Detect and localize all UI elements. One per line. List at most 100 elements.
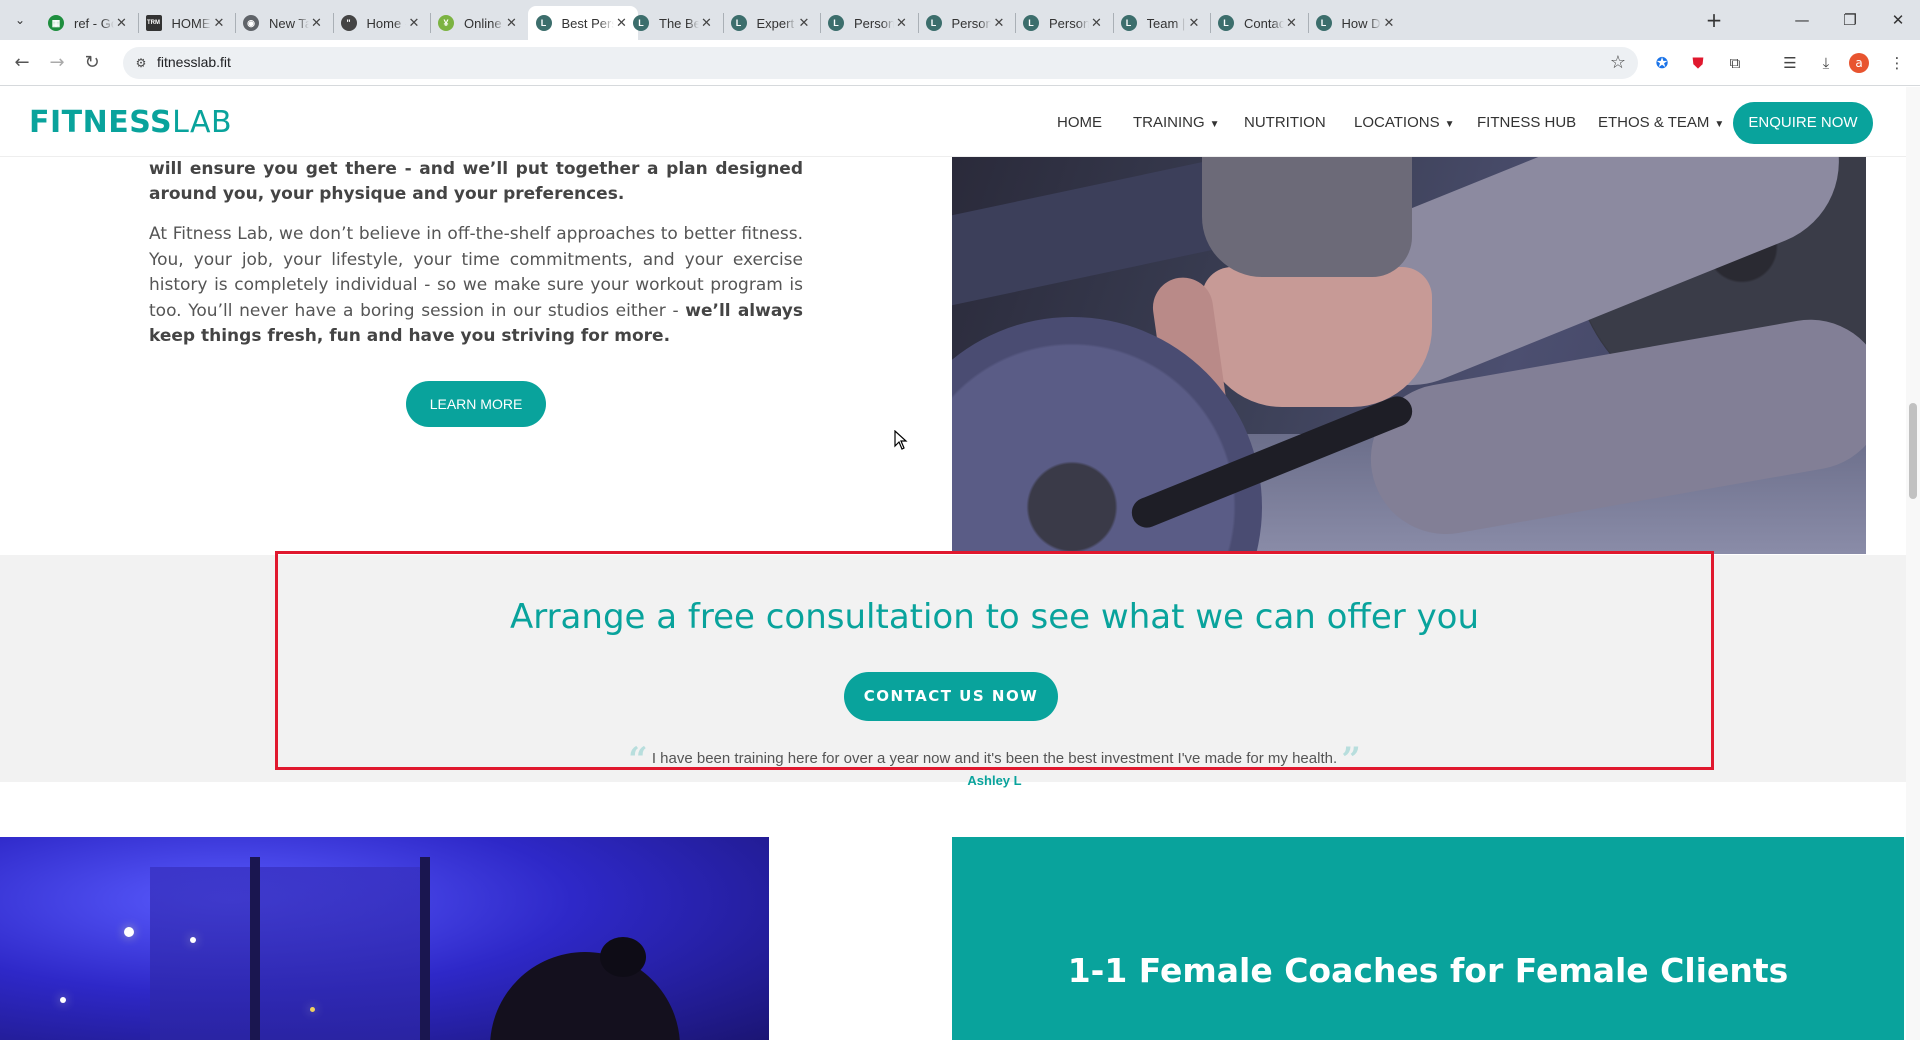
media-queue-icon[interactable]: ☰ <box>1779 52 1801 74</box>
tab-separator <box>430 13 431 33</box>
tab-title: HOME - <box>171 15 212 31</box>
nav-nutrition-label: NUTRITION <box>1244 114 1326 131</box>
tab-separator <box>1307 13 1309 33</box>
address-bar[interactable]: ⚙ fitnesslab.fit ☆ <box>123 47 1638 79</box>
tab-close-icon[interactable]: ✕ <box>211 15 227 31</box>
tab-close-icon[interactable]: ✕ <box>1381 15 1397 31</box>
browser-tab-bar: ⌄ ▦ref - Goo✕TRMHOME -✕◉New Tab✕"Home - … <box>0 0 1920 40</box>
site-info-icon[interactable]: ⚙ <box>133 55 149 71</box>
female-coach-photo <box>0 837 769 1040</box>
tab-search-icon[interactable]: ⌄ <box>8 8 32 32</box>
reload-icon[interactable]: ↻ <box>80 51 104 75</box>
tab-close-icon[interactable]: ✕ <box>309 15 325 31</box>
browser-tab[interactable]: L Personal✕ <box>820 6 918 40</box>
page-scrollbar[interactable] <box>1906 87 1920 1040</box>
minimize-icon[interactable]: — <box>1780 6 1824 34</box>
intro-section: will ensure you get there - and we’ll pu… <box>149 157 803 350</box>
female-coaches-panel: 1-1 Female Coaches for Female Clients <box>952 837 1904 1040</box>
browser-tab[interactable]: ◉ New Tab✕ <box>235 6 333 40</box>
tab-title: Online P <box>464 15 504 31</box>
tab-separator <box>917 13 919 33</box>
browser-tab[interactable]: ▦ ref - Goo✕ <box>40 6 138 40</box>
browser-tab[interactable]: L Expert Sp✕ <box>723 6 821 40</box>
bookmark-star-icon[interactable]: ☆ <box>1610 52 1626 73</box>
restore-icon[interactable]: ❐ <box>1828 6 1872 34</box>
site-header: FITNESSLAB HOME TRAINING ▼ NUTRITION LOCA… <box>0 87 1906 157</box>
nav-home[interactable]: HOME <box>1057 114 1102 131</box>
new-tab-button[interactable]: + <box>1701 9 1727 33</box>
scrollbar-thumb[interactable] <box>1909 403 1917 499</box>
tab-title: Best Pers <box>561 15 614 31</box>
fitnesslab-icon: L <box>1023 15 1039 31</box>
browser-tab[interactable]: L Best Pers ✕ <box>527 6 638 40</box>
nav-ethos-team[interactable]: ETHOS & TEAM ▼ <box>1598 114 1724 131</box>
tab-title: ref - Goo <box>74 15 114 31</box>
browser-tab[interactable]: L Personal✕ <box>1015 6 1113 40</box>
extension-icon[interactable]: ✪ <box>1651 52 1673 74</box>
close-window-icon[interactable]: ✕ <box>1876 6 1920 34</box>
tab-separator <box>1210 13 1211 33</box>
enquire-now-button[interactable]: ENQUIRE NOW <box>1733 102 1873 144</box>
tab-close-icon[interactable]: ✕ <box>1089 15 1105 31</box>
trm-icon: TRM <box>145 15 162 31</box>
chevron-down-icon: ▼ <box>1714 119 1725 130</box>
profile-avatar[interactable]: a <box>1849 53 1869 73</box>
forward-icon[interactable]: → <box>45 51 69 75</box>
browser-tab[interactable]: L Team | Fi✕ <box>1113 6 1211 40</box>
tab-close-icon[interactable]: ✕ <box>699 15 715 31</box>
fitnesslab-icon: L <box>730 15 747 31</box>
logo-text-light: LAB <box>172 105 233 140</box>
nav-ethos-team-label: ETHOS & TEAM <box>1598 114 1710 131</box>
tab-title: Personal <box>1049 15 1089 31</box>
tab-title: New Tab <box>269 15 309 31</box>
browser-tab[interactable]: ¥ Online P✕ <box>430 6 528 40</box>
tab-close-icon[interactable]: ✕ <box>1186 15 1202 31</box>
puzzle-extensions-icon[interactable]: ⧉ <box>1724 52 1746 74</box>
nav-fitness-hub[interactable]: FITNESS HUB <box>1477 114 1576 131</box>
fitnesslab-icon: L <box>828 15 844 31</box>
tab-close-icon[interactable]: ✕ <box>406 15 422 31</box>
back-icon[interactable]: ← <box>10 51 34 75</box>
tab-close-icon[interactable]: ✕ <box>991 15 1007 31</box>
url-text[interactable]: fitnesslab.fit <box>157 54 231 70</box>
tab-title: Contact <box>1244 15 1284 31</box>
intro-body-paragraph: At Fitness Lab, we don’t believe in off-… <box>149 222 803 350</box>
tab-separator <box>1015 13 1016 33</box>
browser-tab[interactable]: TRM HOME -✕ <box>138 6 236 40</box>
tab-close-icon[interactable]: ✕ <box>894 15 910 31</box>
nav-locations[interactable]: LOCATIONS ▼ <box>1354 114 1454 131</box>
fitnesslab-icon: L <box>1315 15 1332 31</box>
fitnesslab-logo[interactable]: FITNESSLAB <box>29 105 232 140</box>
browser-tab[interactable]: L Personal✕ <box>918 6 1016 40</box>
tab-separator <box>332 13 334 33</box>
testimonial-author: Ashley L <box>967 773 1022 788</box>
tab-title: The Best <box>659 15 699 31</box>
learn-more-button[interactable]: LEARN MORE <box>406 381 546 427</box>
tab-close-icon[interactable]: ✕ <box>796 15 812 31</box>
download-icon[interactable]: ⤓ <box>1815 52 1837 74</box>
logo-text-bold: FITNESS <box>29 105 173 140</box>
sheets-icon: ▦ <box>48 15 64 31</box>
browser-tab[interactable]: L The Best✕ <box>625 6 723 40</box>
browser-tab[interactable]: " Home - I✕ <box>333 6 431 40</box>
tab-close-icon[interactable]: ✕ <box>114 15 130 31</box>
tab-separator <box>820 13 821 33</box>
fitnesslab-icon: L <box>925 15 942 31</box>
more-menu-icon[interactable]: ⋮ <box>1886 52 1908 74</box>
nav-fitness-hub-label: FITNESS HUB <box>1477 114 1577 131</box>
tab-title: Personal <box>951 15 992 31</box>
nav-nutrition[interactable]: NUTRITION <box>1244 114 1326 131</box>
browser-tab[interactable]: L How Do✕ <box>1308 6 1406 40</box>
browser-tab[interactable]: L Contact✕ <box>1210 6 1308 40</box>
shield-extension-icon[interactable]: ⛊ <box>1687 52 1709 74</box>
nav-training[interactable]: TRAINING ▼ <box>1133 114 1220 131</box>
tab-close-icon[interactable]: ✕ <box>1284 15 1300 31</box>
chrome-icon: ◉ <box>243 15 259 31</box>
chevron-down-icon: ▼ <box>1209 119 1220 130</box>
tab-title: How Do <box>1341 15 1382 31</box>
chevron-down-icon: ▼ <box>1444 119 1455 130</box>
tab-title: Home - I <box>366 15 407 31</box>
site-icon: " <box>340 15 357 31</box>
fitnesslab-icon: L <box>633 15 649 31</box>
tab-close-icon[interactable]: ✕ <box>504 15 520 31</box>
